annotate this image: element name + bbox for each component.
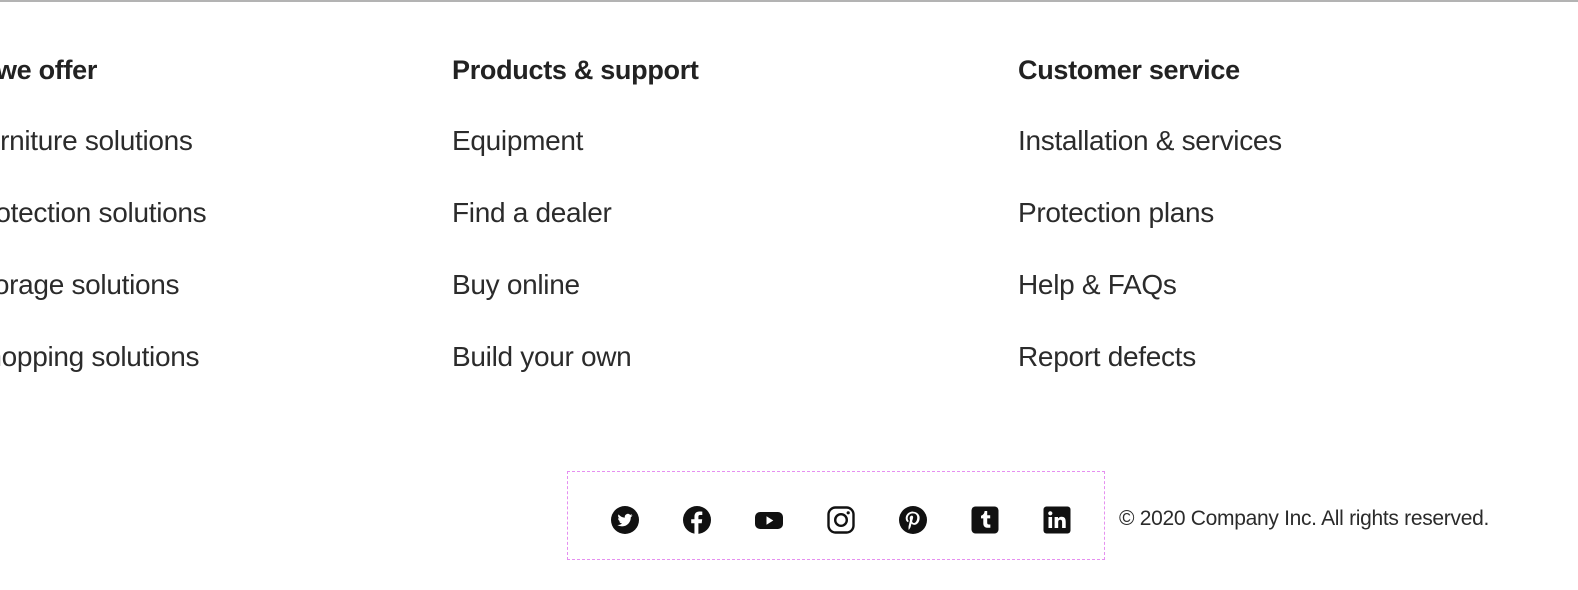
footer-column-offer: What we offer Furniture solutions Protec… (0, 48, 207, 380)
footer-link[interactable]: Furniture solutions (0, 125, 193, 156)
footer-link-find-dealer[interactable]: Find a dealer (452, 197, 612, 228)
column-heading: Products & support (452, 55, 699, 85)
twitter-icon[interactable] (610, 505, 640, 535)
list-item: Protection solutions (0, 164, 207, 236)
social-links (567, 471, 1105, 560)
column-heading: Customer service (1018, 55, 1240, 85)
footer-column-customer-service: Customer service Installation & services… (1018, 48, 1282, 380)
footer-link-installation[interactable]: Installation & services (1018, 125, 1282, 156)
list-item: Build your own (452, 308, 699, 380)
list-item: Help & FAQs (1018, 236, 1282, 308)
youtube-icon[interactable] (754, 505, 784, 535)
facebook-icon[interactable] (682, 505, 712, 535)
footer-link-list: Installation & services Protection plans… (1018, 92, 1282, 380)
footer-link-buy-online[interactable]: Buy online (452, 269, 580, 300)
footer-link[interactable]: Storage solutions (0, 269, 180, 300)
list-item: Find a dealer (452, 164, 699, 236)
tumblr-icon[interactable] (970, 505, 1000, 535)
footer-section: What we offer Furniture solutions Protec… (0, 0, 1578, 590)
footer-link-list: Furniture solutions Protection solutions… (0, 92, 207, 380)
list-item: Buy online (452, 236, 699, 308)
column-heading: What we offer (0, 48, 206, 92)
footer-link-list: Equipment Find a dealer Buy online Build… (452, 92, 699, 380)
footer-link[interactable]: Protection solutions (0, 197, 207, 228)
list-item: Furniture solutions (0, 92, 206, 164)
list-item: Installation & services (1018, 92, 1282, 164)
pinterest-icon[interactable] (898, 505, 928, 535)
instagram-icon[interactable] (826, 505, 856, 535)
list-item: Report defects (1018, 308, 1282, 380)
footer-link-report-defects[interactable]: Report defects (1018, 341, 1196, 372)
column-heading-text: What we offer (0, 55, 98, 85)
footer-link-build-your-own[interactable]: Build your own (452, 341, 632, 372)
footer-column-products: Products & support Equipment Find a deal… (452, 48, 699, 380)
list-item: Storage solutions (0, 236, 206, 308)
footer-link-protection-plans[interactable]: Protection plans (1018, 197, 1214, 228)
list-item: Equipment (452, 92, 699, 164)
footer-link-equipment[interactable]: Equipment (452, 125, 583, 156)
list-item: Shopping solutions (0, 308, 206, 380)
list-item: Protection plans (1018, 164, 1282, 236)
footer-link-help-faqs[interactable]: Help & FAQs (1018, 269, 1177, 300)
copyright-text: © 2020 Company Inc. All rights reserved. (1119, 507, 1489, 530)
footer-link[interactable]: Shopping solutions (0, 341, 200, 372)
linkedin-icon[interactable] (1042, 505, 1072, 535)
